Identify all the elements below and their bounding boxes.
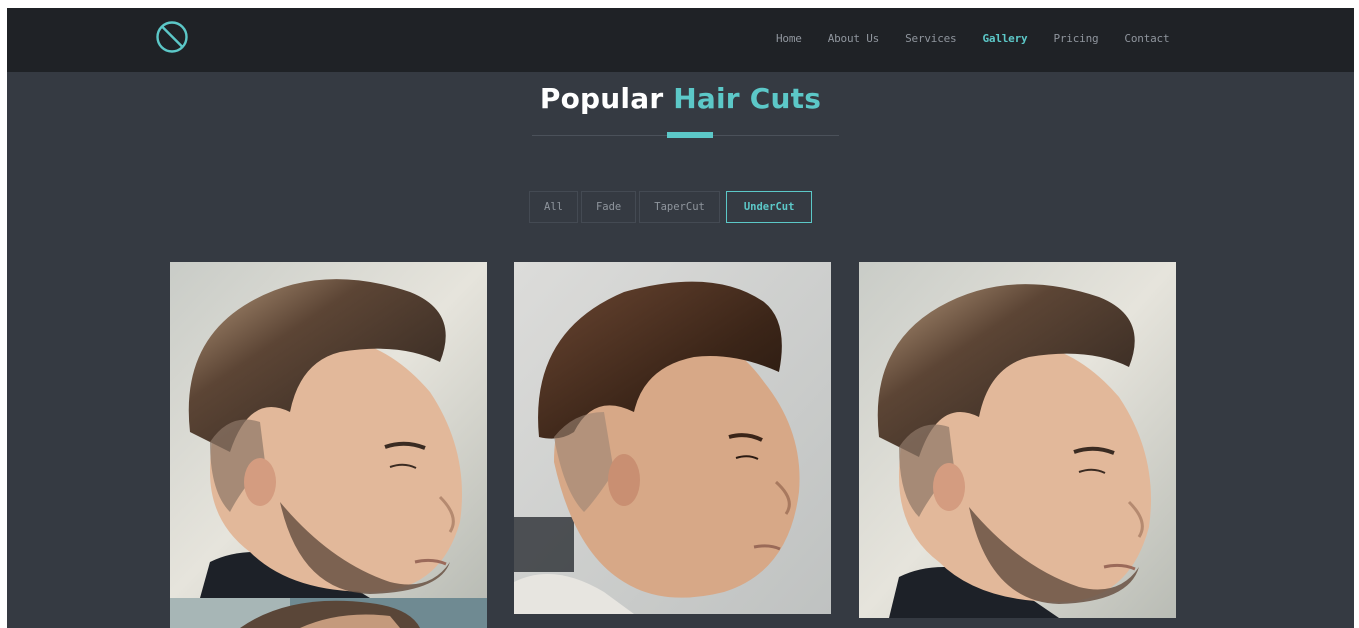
page-frame: Home About Us Services Gallery Pricing C…: [7, 8, 1354, 628]
filter-undercut-button[interactable]: UnderCut: [725, 191, 813, 223]
filter-fade-button[interactable]: Fade: [580, 191, 637, 223]
title-divider-accent: [667, 132, 713, 138]
man-profile-undercut-photo-2: [514, 262, 831, 614]
nav-menu: Home About Us Services Gallery Pricing C…: [776, 32, 1170, 45]
section-title-accent: Hair Cuts: [673, 82, 822, 115]
nav-link-services[interactable]: Services: [905, 32, 957, 45]
nav-link-pricing[interactable]: Pricing: [1053, 32, 1098, 45]
man-profile-undercut-photo-3: [859, 262, 1176, 618]
man-profile-undercut-photo-1: [170, 262, 487, 598]
man-profile-undercut-photo-4: [170, 598, 487, 628]
nav-link-contact[interactable]: Contact: [1124, 32, 1169, 45]
filter-bar: All Fade TaperCut UnderCut: [529, 191, 813, 223]
gallery-item[interactable]: [170, 262, 487, 598]
nav-link-gallery[interactable]: Gallery: [982, 32, 1027, 45]
gallery-item[interactable]: [514, 262, 831, 614]
navbar: Home About Us Services Gallery Pricing C…: [7, 8, 1354, 72]
nav-link-home[interactable]: Home: [776, 32, 802, 45]
nav-link-about-us[interactable]: About Us: [828, 32, 880, 45]
filter-all-button[interactable]: All: [529, 191, 578, 223]
gallery-item[interactable]: [170, 598, 487, 628]
circle-slash-icon[interactable]: [155, 20, 189, 54]
filter-tapercut-button[interactable]: TaperCut: [639, 191, 720, 223]
gallery-item[interactable]: [859, 262, 1176, 618]
section-title-main: Popular: [539, 82, 664, 115]
section-title: Popular Hair Cuts: [7, 82, 1354, 115]
